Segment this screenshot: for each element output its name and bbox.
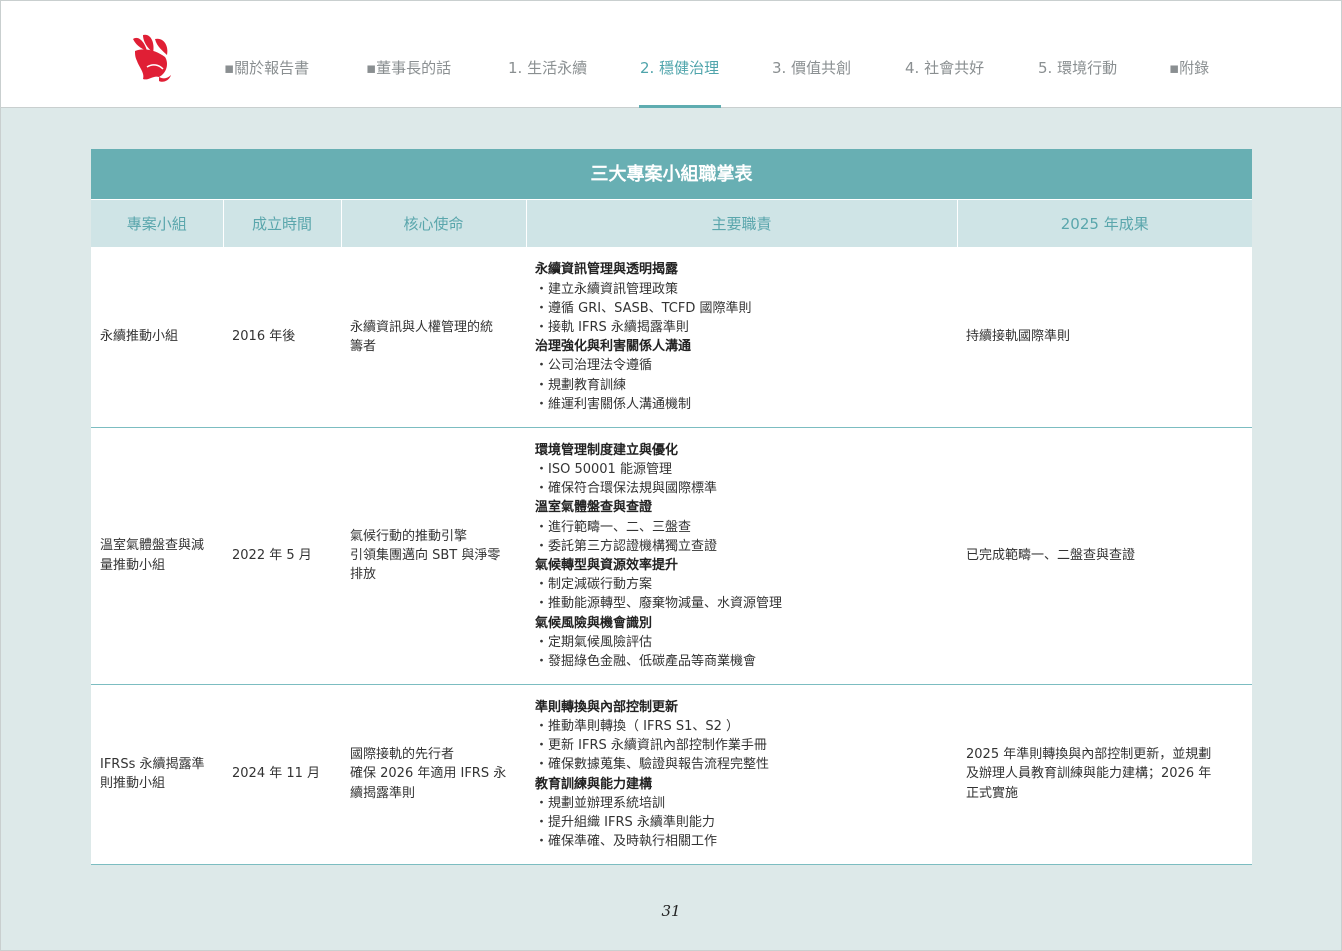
table-row: 永續推動小組 2016 年後 永續資訊與人權管理的統 籌者 永續資訊管理與透明揭露 ・建立… <box>91 247 1252 428</box>
cell-mission-line: 確保 2026 年適用 IFRS 永 <box>350 766 507 782</box>
duty-item: ・提升組織 IFRS 永續準則能力 <box>535 814 715 830</box>
nav-active-indicator <box>639 105 721 108</box>
duty-item: ・公司治理法令遵循 <box>535 358 653 374</box>
cell-result: 持續接軌國際準則 <box>957 247 1252 428</box>
cell-mission-line: 氣候行動的推動引擎 <box>350 528 468 544</box>
table-row: IFRSs 永續揭露準則推動小組 2024 年 11 月國際接軌的先行者確保 20… <box>91 684 1252 865</box>
duty-item: ・推動能源轉型、廢棄物減量、水資源管理 <box>535 596 783 612</box>
responsibility-table: 三大專案小組職掌表 專案小組 成立時間 核心使命 主要職責 2025 年成果 永… <box>91 149 1252 865</box>
duty-item: ・進行範疇一、二、三盤查 <box>535 519 692 535</box>
page-number: 31 <box>661 902 681 920</box>
cell-mission-line: 排放 <box>350 567 377 583</box>
duty-heading: 溫室氣體盤查與查證 <box>535 500 653 516</box>
duty-item: ・接軌 IFRS 永續揭露準則 <box>535 320 689 336</box>
duty-item: ・建立永續資訊管理政策 <box>535 281 679 297</box>
cell-result-line: 已完成範疇一、二盤查與查證 <box>966 547 1136 563</box>
duty-item: ・遵循 GRI、SASB、TCFD 國際準則 <box>535 300 752 316</box>
duty-heading: 環境管理制度建立與優化 <box>535 442 679 458</box>
cell-result-line: 持續接軌國際準則 <box>966 329 1071 345</box>
nav-item-sound-governance[interactable]: 2. 穩健治理 <box>640 57 719 81</box>
duty-item: ・確保準確、及時執行相關工作 <box>535 834 718 850</box>
cell-group: 永續推動小組 <box>91 247 223 428</box>
cell-result-line: 2025 年準則轉換與內部控制更新，並規劃 <box>966 747 1212 763</box>
cell-group: 溫室氣體盤查與減量推動小組 <box>91 427 223 685</box>
cell-established: 2022 年 5 月 <box>223 427 341 685</box>
duty-heading: 教育訓練與能力建構 <box>535 776 653 792</box>
cell-mission-line: 續揭露準則 <box>350 785 416 801</box>
duty-heading: 準則轉換與內部控制更新 <box>535 699 679 715</box>
nav-item-sustainable-living[interactable]: 1. 生活永續 <box>508 57 587 81</box>
duty-heading: 永續資訊管理與透明揭露 <box>535 262 679 278</box>
header-bar: ▪關於報告書 ▪董事長的話 1. 生活永續 2. 穩健治理 3. 價值共創 4.… <box>1 1 1341 108</box>
duty-item: ・確保數據蒐集、驗證與報告流程完整性 <box>535 757 770 773</box>
cell-mission-line: 籌者 <box>350 338 377 354</box>
duty-item: ・委託第三方認證機構獨立查證 <box>535 538 718 554</box>
cell-established: 2016 年後 <box>223 247 341 428</box>
table-grid: 專案小組 成立時間 核心使命 主要職責 2025 年成果 永續推動小組 2016 … <box>91 200 1252 865</box>
cell-mission: 國際接軌的先行者確保 2026 年適用 IFRS 永續揭露準則 <box>341 684 526 865</box>
duty-heading: 治理強化與利害關係人溝通 <box>535 339 692 355</box>
table-title: 三大專案小組職掌表 <box>91 149 1252 200</box>
nav-item-social-good[interactable]: 4. 社會共好 <box>905 57 984 81</box>
cell-mission-line: 國際接軌的先行者 <box>350 747 455 763</box>
cell-group: IFRSs 永續揭露準則推動小組 <box>91 684 223 865</box>
cell-duties: 環境管理制度建立與優化 ・ISO 50001 能源管理・確保符合環保法規與國際標準… <box>526 427 957 685</box>
duty-item: ・ISO 50001 能源管理 <box>535 461 672 477</box>
column-header-mission: 核心使命 <box>341 200 527 247</box>
cell-established: 2024 年 11 月 <box>223 684 341 865</box>
cell-mission: 氣候行動的推動引擎引領集團邁向 SBT 與淨零 排放 <box>341 427 526 685</box>
table-header-row: 專案小組 成立時間 核心使命 主要職責 2025 年成果 <box>91 200 1252 247</box>
cell-result: 已完成範疇一、二盤查與查證 <box>957 427 1252 685</box>
cell-mission-line: 永續資訊與人權管理的統 <box>350 319 494 335</box>
duty-item: ・規劃並辦理系統培訓 <box>535 795 666 811</box>
duty-heading: 氣候轉型與資源效率提升 <box>535 558 679 573</box>
nav-item-chairman-message[interactable]: ▪董事長的話 <box>366 57 451 81</box>
duty-item: ・發掘綠色金融、低碳產品等商業機會 <box>535 654 757 670</box>
column-header-group: 專案小組 <box>91 200 224 247</box>
duty-item: ・推動準則轉換（ IFRS S1、S2 ） <box>535 718 740 734</box>
cell-mission-line: 引領集團邁向 SBT 與淨零 <box>350 547 501 563</box>
nav-item-value-co-creation[interactable]: 3. 價值共創 <box>772 57 851 81</box>
cell-duties: 準則轉換與內部控制更新・推動準則轉換（ IFRS S1、S2 ） ・更新 IFRS… <box>526 684 957 865</box>
cell-result-line: 及辦理人員教育訓練與能力建構；2026 年 <box>966 766 1212 782</box>
nav-item-environmental-action[interactable]: 5. 環境行動 <box>1038 57 1117 81</box>
nav-item-appendix[interactable]: ▪附錄 <box>1169 57 1209 81</box>
cell-duties: 永續資訊管理與透明揭露 ・建立永續資訊管理政策・遵循 GRI、SASB、TCFD … <box>526 247 957 428</box>
cell-result: 2025 年準則轉換與內部控制更新，並規劃 及辦理人員教育訓練與能力建構；2026… <box>957 684 1252 865</box>
duty-item: ・規劃教育訓練 <box>535 377 627 393</box>
duty-item: ・維運利害關係人溝通機制 <box>535 396 692 412</box>
cell-result-line: 正式實施 <box>966 785 1019 801</box>
duty-item: ・確保符合環保法規與國際標準 <box>535 481 718 497</box>
cell-mission: 永續資訊與人權管理的統 籌者 <box>341 247 526 428</box>
duty-item: ・定期氣候風險評估 <box>535 634 653 650</box>
column-header-result: 2025 年成果 <box>957 200 1252 247</box>
duty-item: ・制定減碳行動方案 <box>535 577 653 593</box>
column-header-duties: 主要職責 <box>526 200 958 247</box>
column-header-established: 成立時間 <box>223 200 342 247</box>
main-nav: ▪關於報告書 ▪董事長的話 1. 生活永續 2. 穩健治理 3. 價值共創 4.… <box>1 1 1341 108</box>
duty-item: ・更新 IFRS 永續資訊內部控制作業手冊 <box>535 738 767 754</box>
nav-item-about-report[interactable]: ▪關於報告書 <box>224 57 309 81</box>
duty-heading: 氣候風險與機會識別 <box>535 615 653 631</box>
table-row: 溫室氣體盤查與減量推動小組 2022 年 5 月氣候行動的推動引擎引領集團邁向 S… <box>91 427 1252 685</box>
